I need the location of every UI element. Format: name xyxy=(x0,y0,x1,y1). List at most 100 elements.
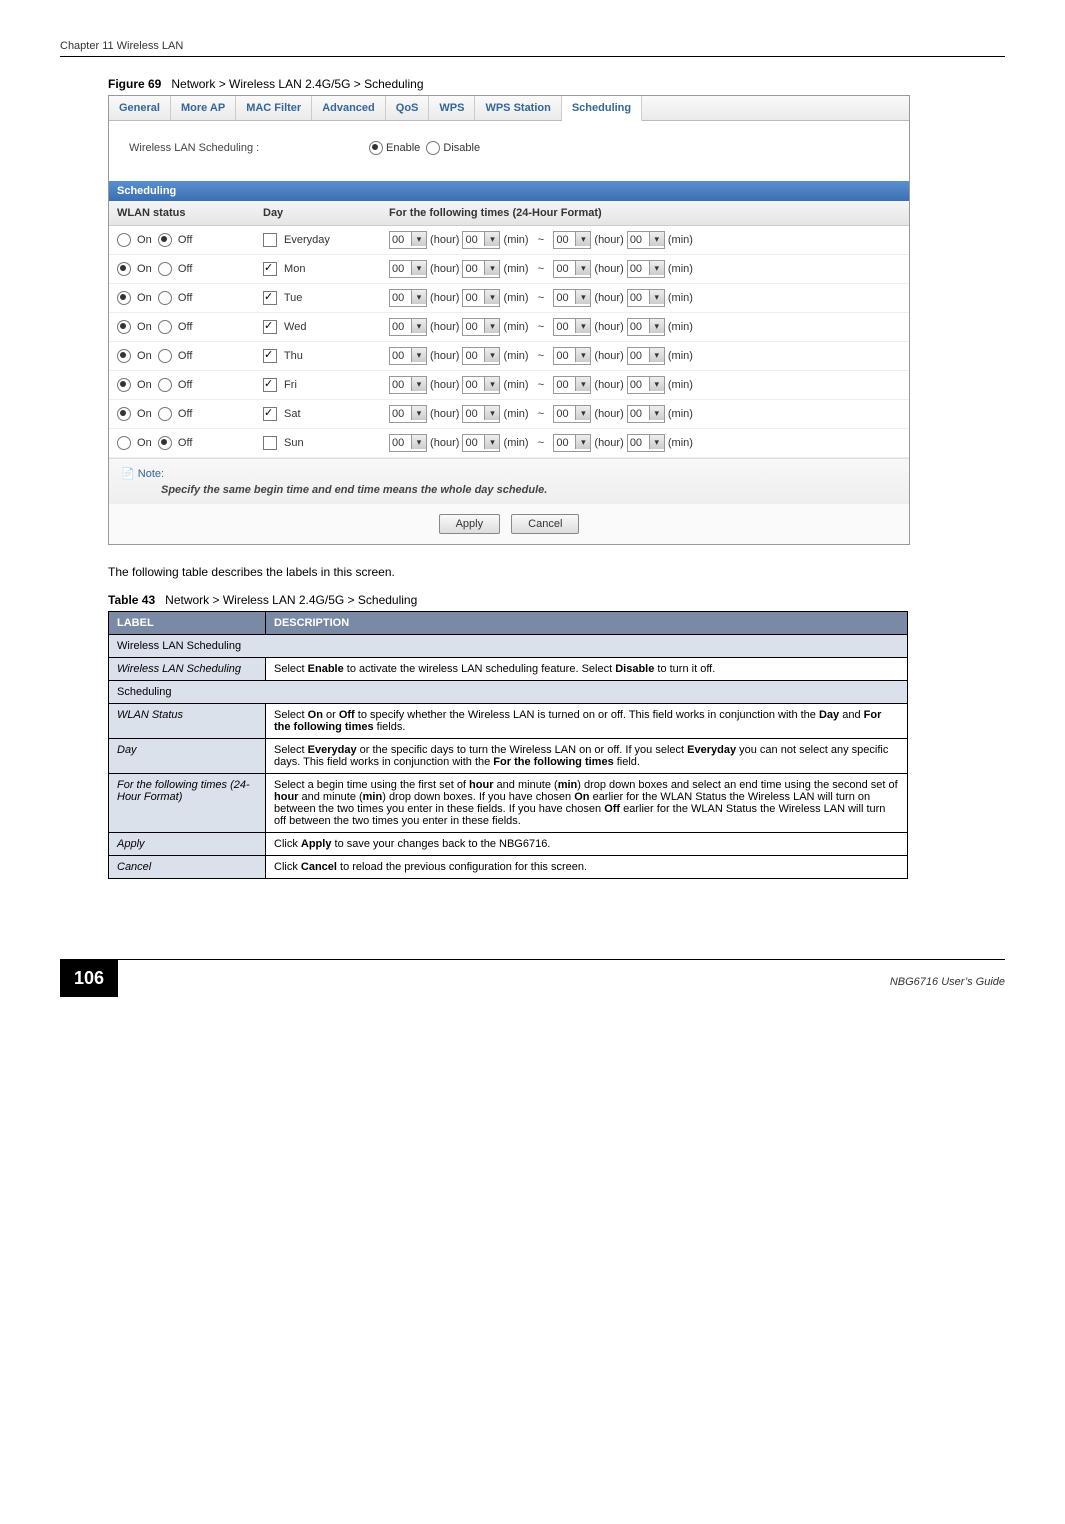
radio-off[interactable] xyxy=(158,233,172,247)
col-times: For the following times (24-Hour Format) xyxy=(381,201,909,226)
table-label: Table 43 xyxy=(108,593,155,607)
radio-off[interactable] xyxy=(158,262,172,276)
tab-more-ap[interactable]: More AP xyxy=(171,96,236,120)
time-select[interactable]: 00▾ xyxy=(389,231,427,249)
table-row: For the following times (24-Hour Format)… xyxy=(109,774,908,833)
time-select[interactable]: 00▾ xyxy=(462,434,500,452)
checkbox-day[interactable] xyxy=(263,320,277,334)
chevron-down-icon: ▾ xyxy=(575,435,590,449)
time-select[interactable]: 00▾ xyxy=(462,347,500,365)
chevron-down-icon: ▾ xyxy=(484,348,499,362)
time-select[interactable]: 00▾ xyxy=(627,434,665,452)
time-select[interactable]: 00▾ xyxy=(462,318,500,336)
schedule-table: WLAN status Day For the following times … xyxy=(109,201,909,458)
time-select[interactable]: 00▾ xyxy=(389,318,427,336)
checkbox-day[interactable] xyxy=(263,291,277,305)
time-select[interactable]: 00▾ xyxy=(627,376,665,394)
radio-off[interactable] xyxy=(158,436,172,450)
tab-wps-station[interactable]: WPS Station xyxy=(475,96,561,120)
cancel-button[interactable]: Cancel xyxy=(511,514,579,534)
radio-on[interactable] xyxy=(117,407,131,421)
note-text: Specify the same begin time and end time… xyxy=(121,484,897,496)
schedule-row: On Off Sat00▾ (hour) 00▾ (min) ~ 00▾ (ho… xyxy=(109,400,909,429)
radio-on[interactable] xyxy=(117,349,131,363)
tab-advanced[interactable]: Advanced xyxy=(312,96,386,120)
time-select[interactable]: 00▾ xyxy=(627,318,665,336)
radio-on[interactable] xyxy=(117,436,131,450)
tab-wps[interactable]: WPS xyxy=(429,96,475,120)
radio-on[interactable] xyxy=(117,262,131,276)
time-select[interactable]: 00▾ xyxy=(553,289,591,307)
desc-cell: Click Cancel to reload the previous conf… xyxy=(266,856,908,879)
desc-cell: Select Enable to activate the wireless L… xyxy=(266,658,908,681)
checkbox-day[interactable] xyxy=(263,262,277,276)
chevron-down-icon: ▾ xyxy=(649,261,664,275)
page-number: 106 xyxy=(60,960,118,997)
time-select[interactable]: 00▾ xyxy=(553,434,591,452)
time-select[interactable]: 00▾ xyxy=(627,260,665,278)
table-row: CancelClick Cancel to reload the previou… xyxy=(109,856,908,879)
chapter-header: Chapter 11 Wireless LAN xyxy=(60,40,1005,57)
radio-on[interactable] xyxy=(117,378,131,392)
time-select[interactable]: 00▾ xyxy=(553,347,591,365)
time-select[interactable]: 00▾ xyxy=(462,289,500,307)
section-cell: Wireless LAN Scheduling xyxy=(109,635,908,658)
time-select[interactable]: 00▾ xyxy=(553,376,591,394)
time-select[interactable]: 00▾ xyxy=(553,231,591,249)
radio-enable[interactable] xyxy=(369,141,383,155)
chevron-down-icon: ▾ xyxy=(649,406,664,420)
page-footer: 106 NBG6716 User’s Guide xyxy=(60,959,1005,997)
radio-off[interactable] xyxy=(158,320,172,334)
checkbox-day[interactable] xyxy=(263,436,277,450)
time-select[interactable]: 00▾ xyxy=(462,260,500,278)
apply-button[interactable]: Apply xyxy=(439,514,501,534)
time-select[interactable]: 00▾ xyxy=(627,347,665,365)
desc-cell: Select Everyday or the specific days to … xyxy=(266,739,908,774)
chevron-down-icon: ▾ xyxy=(575,261,590,275)
time-select[interactable]: 00▾ xyxy=(553,405,591,423)
time-select[interactable]: 00▾ xyxy=(553,318,591,336)
figure-caption: Figure 69 Network > Wireless LAN 2.4G/5G… xyxy=(108,77,1005,91)
figure-label: Figure 69 xyxy=(108,77,161,91)
time-select[interactable]: 00▾ xyxy=(389,260,427,278)
time-select[interactable]: 00▾ xyxy=(389,434,427,452)
tab-scheduling[interactable]: Scheduling xyxy=(562,96,642,121)
radio-disable[interactable] xyxy=(426,141,440,155)
table-row: Wireless LAN Scheduling xyxy=(109,635,908,658)
time-select[interactable]: 00▾ xyxy=(389,405,427,423)
figure-path: Network > Wireless LAN 2.4G/5G > Schedul… xyxy=(171,77,423,91)
time-select[interactable]: 00▾ xyxy=(389,347,427,365)
chevron-down-icon: ▾ xyxy=(649,290,664,304)
table-caption: Table 43 Network > Wireless LAN 2.4G/5G … xyxy=(108,593,1005,607)
checkbox-day[interactable] xyxy=(263,349,277,363)
button-row: Apply Cancel xyxy=(109,504,909,544)
desc-cell: Select a begin time using the first set … xyxy=(266,774,908,833)
radio-on[interactable] xyxy=(117,320,131,334)
time-select[interactable]: 00▾ xyxy=(462,231,500,249)
checkbox-day[interactable] xyxy=(263,407,277,421)
chevron-down-icon: ▾ xyxy=(484,406,499,420)
table-row: WLAN StatusSelect On or Off to specify w… xyxy=(109,704,908,739)
schedule-row: On Off Thu00▾ (hour) 00▾ (min) ~ 00▾ (ho… xyxy=(109,342,909,371)
time-select[interactable]: 00▾ xyxy=(553,260,591,278)
schedule-row: On Off Fri00▾ (hour) 00▾ (min) ~ 00▾ (ho… xyxy=(109,371,909,400)
radio-off[interactable] xyxy=(158,291,172,305)
tab-qos[interactable]: QoS xyxy=(386,96,430,120)
time-select[interactable]: 00▾ xyxy=(627,231,665,249)
time-select[interactable]: 00▾ xyxy=(462,376,500,394)
checkbox-day[interactable] xyxy=(263,233,277,247)
radio-on[interactable] xyxy=(117,291,131,305)
label-cell: Day xyxy=(109,739,266,774)
time-select[interactable]: 00▾ xyxy=(389,376,427,394)
time-select[interactable]: 00▾ xyxy=(389,289,427,307)
radio-off[interactable] xyxy=(158,349,172,363)
tab-mac-filter[interactable]: MAC Filter xyxy=(236,96,312,120)
radio-on[interactable] xyxy=(117,233,131,247)
tab-general[interactable]: General xyxy=(109,96,171,120)
time-select[interactable]: 00▾ xyxy=(627,405,665,423)
time-select[interactable]: 00▾ xyxy=(627,289,665,307)
time-select[interactable]: 00▾ xyxy=(462,405,500,423)
radio-off[interactable] xyxy=(158,407,172,421)
checkbox-day[interactable] xyxy=(263,378,277,392)
radio-off[interactable] xyxy=(158,378,172,392)
